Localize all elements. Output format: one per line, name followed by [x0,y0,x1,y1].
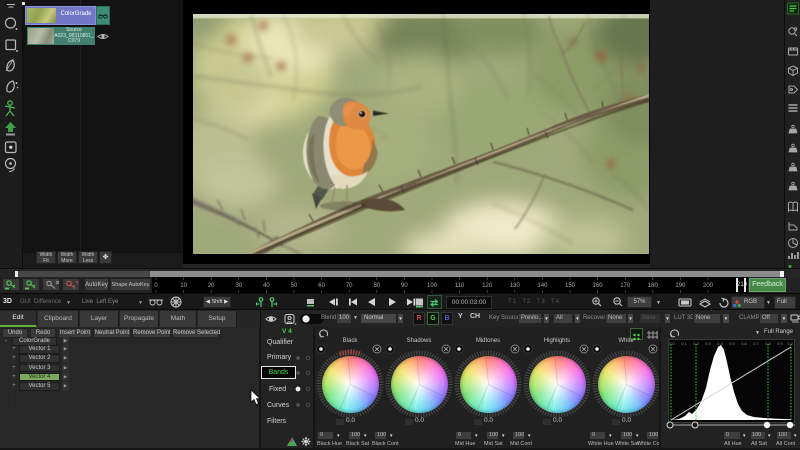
svg-text:200: 200 [703,283,714,289]
svg-text:0.7: 0.7 [753,341,759,346]
svg-text:60: 60 [318,283,325,289]
svg-text:70: 70 [346,283,353,289]
svg-text:10: 10 [180,283,187,289]
svg-text:0.4: 0.4 [717,341,723,346]
svg-text:140: 140 [537,283,548,289]
svg-text:90: 90 [401,283,408,289]
svg-text:150: 150 [565,283,576,289]
svg-text:190: 190 [675,283,686,289]
svg-text:50: 50 [291,283,298,289]
svg-text:110: 110 [455,283,465,289]
svg-text:170: 170 [620,283,631,289]
svg-text:30: 30 [235,283,242,289]
svg-text:20: 20 [208,283,215,289]
svg-text:120: 120 [482,283,493,289]
svg-text:100: 100 [427,283,438,289]
svg-text:0.0: 0.0 [669,341,675,346]
svg-text:180: 180 [648,283,659,289]
svg-text:160: 160 [593,283,604,289]
svg-text:0.3: 0.3 [705,341,711,346]
svg-text:130: 130 [510,283,521,289]
svg-text:0.5: 0.5 [729,341,735,346]
svg-text:0.9: 0.9 [777,341,783,346]
svg-text:0.1: 0.1 [681,341,687,346]
svg-text:1.0: 1.0 [787,341,793,346]
svg-text:80: 80 [373,283,380,289]
svg-text:0.6: 0.6 [741,341,747,346]
svg-text:40: 40 [263,283,270,289]
svg-text:0: 0 [154,283,158,289]
